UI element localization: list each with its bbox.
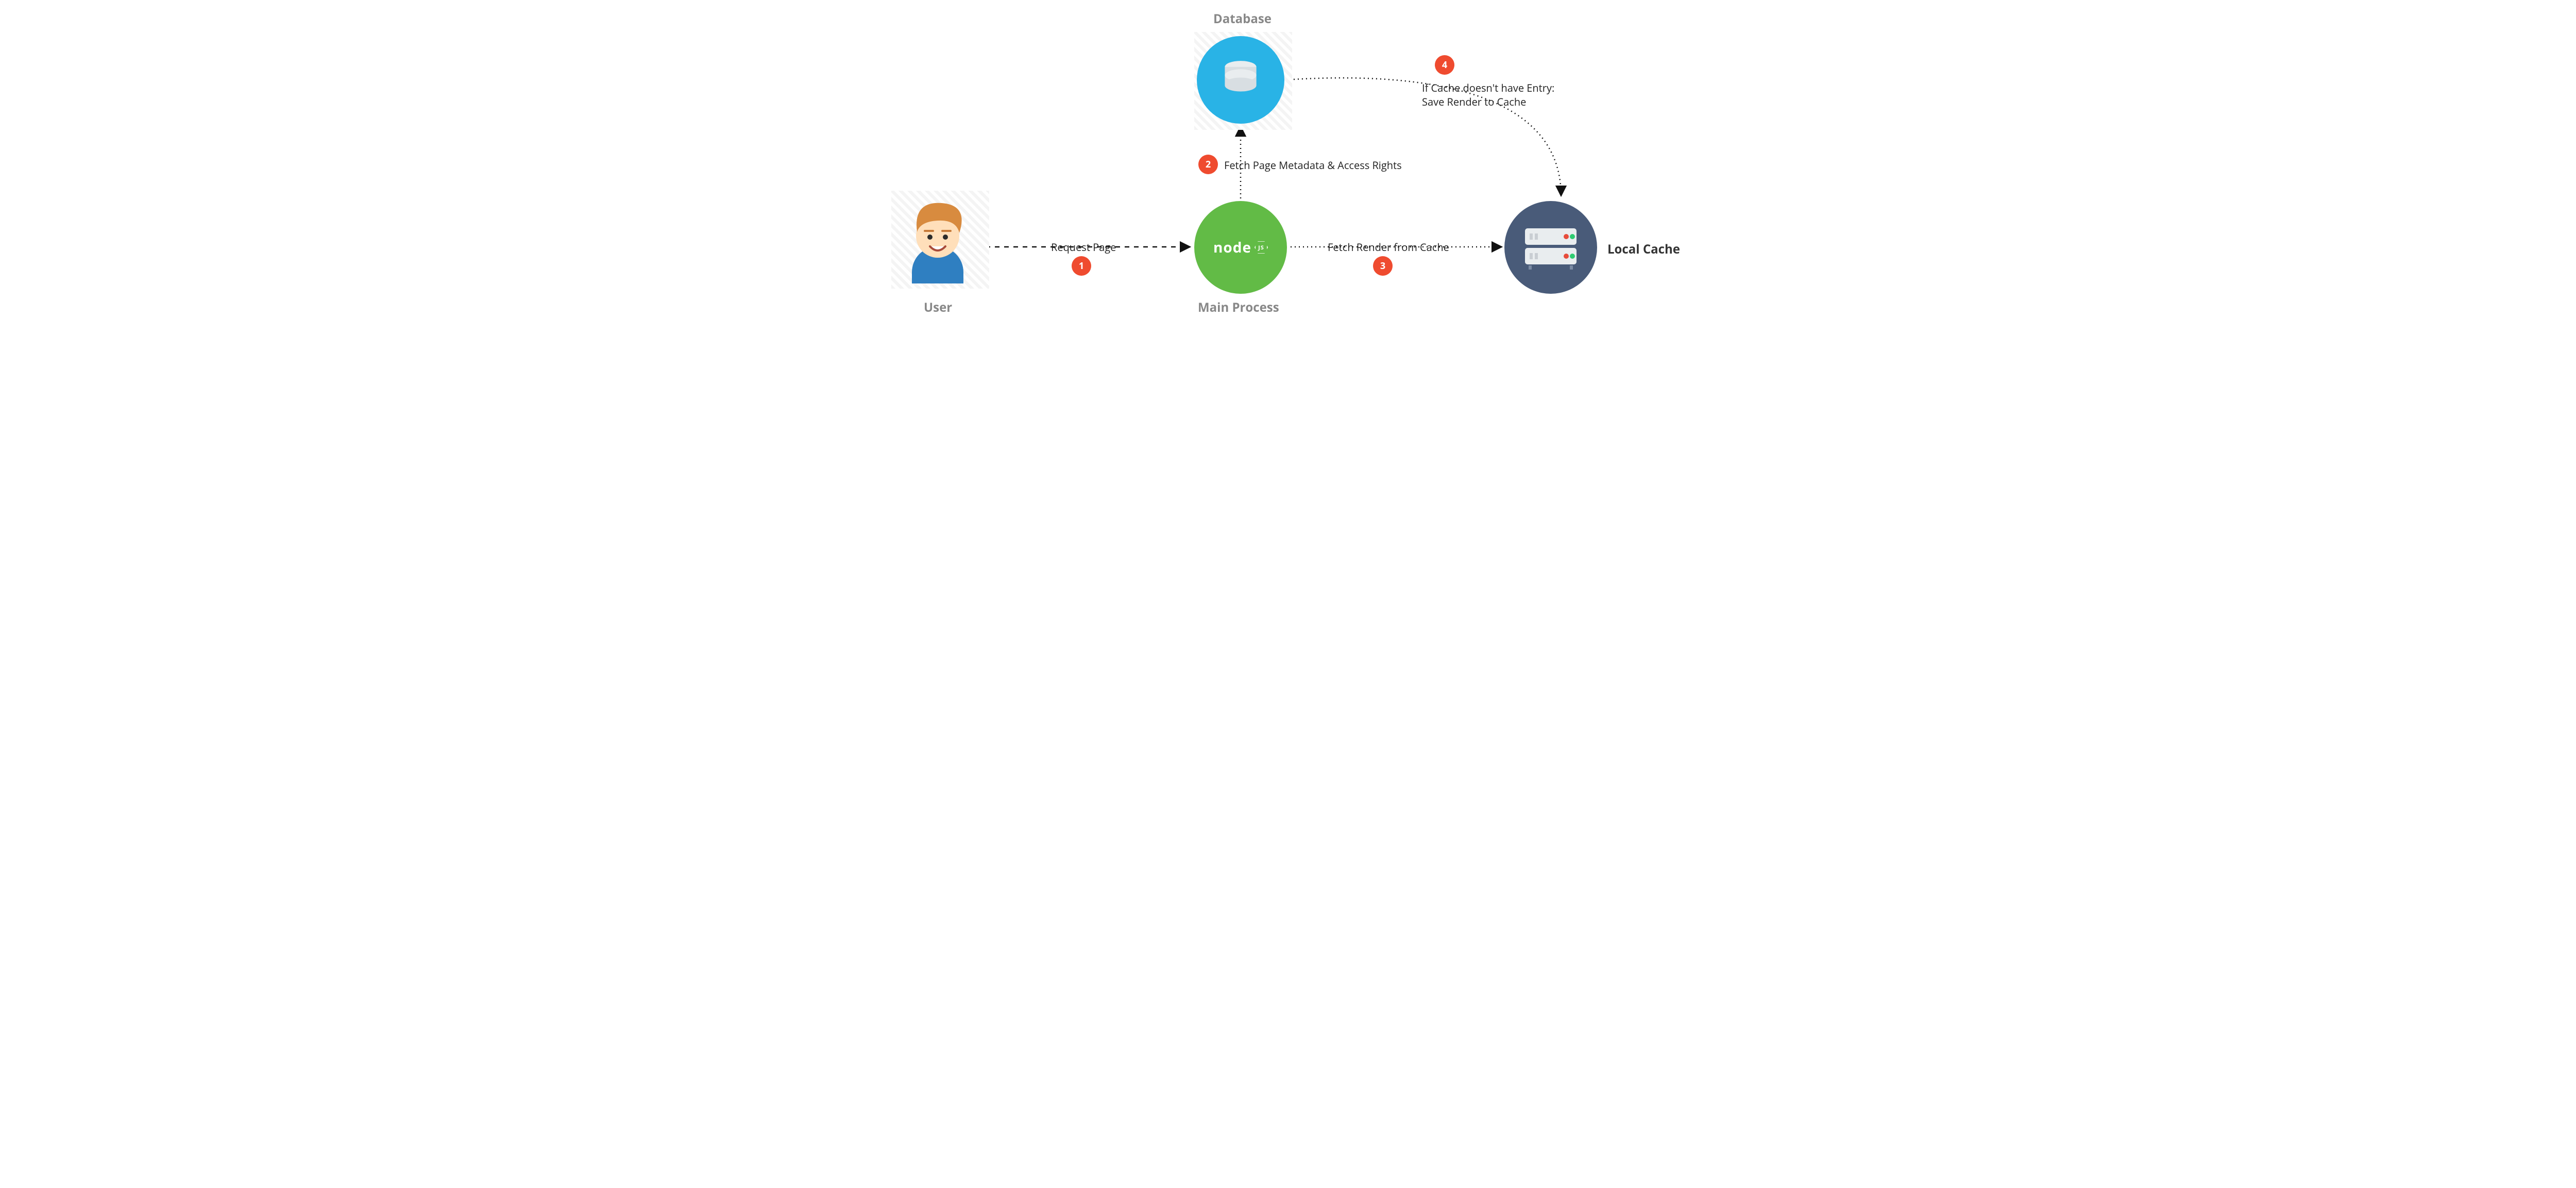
database-label: Database bbox=[1213, 10, 1272, 27]
step-1-badge: 1 bbox=[1072, 256, 1091, 276]
main-process-label: Main Process bbox=[1198, 299, 1279, 316]
local-cache-node bbox=[1504, 201, 1597, 294]
step-4-badge: 4 bbox=[1435, 55, 1454, 75]
step-2-badge: 2 bbox=[1198, 155, 1218, 174]
local-cache-label: Local Cache bbox=[1607, 241, 1680, 258]
step-4-line1: If Cache doesn't have Entry: bbox=[1422, 81, 1554, 95]
database-node bbox=[1197, 36, 1284, 124]
main-process-node: node JS bbox=[1194, 201, 1287, 294]
step-4-label: If Cache doesn't have Entry: Save Render… bbox=[1422, 81, 1577, 109]
user-avatar-icon bbox=[902, 196, 974, 283]
nodejs-logo: node JS bbox=[1213, 238, 1268, 257]
step-2-label: Fetch Page Metadata & Access Rights bbox=[1224, 158, 1402, 172]
user-node bbox=[902, 196, 974, 286]
step-1-label: Request Page bbox=[1051, 240, 1116, 254]
nodejs-hex-icon: JS bbox=[1255, 241, 1268, 254]
step-3-badge: 3 bbox=[1373, 256, 1393, 276]
diagram-canvas: Database User node JS Main Process bbox=[886, 0, 1690, 350]
nodejs-text: node bbox=[1213, 238, 1251, 257]
user-label: User bbox=[924, 299, 952, 316]
step-4-line2: Save Render to Cache bbox=[1422, 95, 1526, 109]
server-icon bbox=[1522, 224, 1579, 271]
step-3-label: Fetch Render from Cache bbox=[1328, 240, 1449, 254]
database-icon bbox=[1217, 57, 1264, 103]
